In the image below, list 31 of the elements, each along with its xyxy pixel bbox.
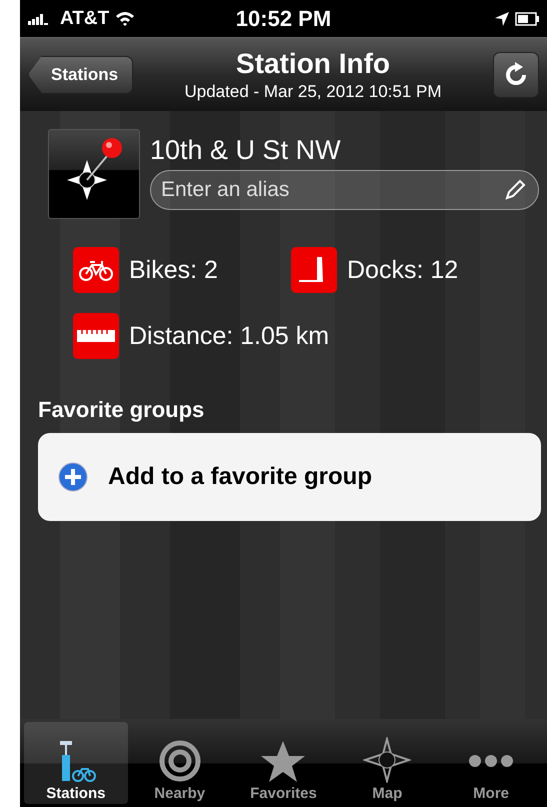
wifi-icon xyxy=(115,11,136,26)
compass-icon xyxy=(363,737,412,783)
station-name: 10th & U St NW xyxy=(150,135,342,166)
tab[interactable]: Favorites xyxy=(232,722,336,804)
ruler-icon xyxy=(73,313,119,359)
tab[interactable]: Nearby xyxy=(128,722,232,804)
stat-label: Bikes: 2 xyxy=(129,256,218,284)
updated-time: Updated - Mar 25, 2012 10:51 PM xyxy=(184,82,442,102)
refresh-button[interactable] xyxy=(493,52,539,98)
star-icon xyxy=(259,739,308,783)
battery-icon xyxy=(514,12,539,26)
tab[interactable]: Stations xyxy=(24,722,128,804)
screen-title: Station Info xyxy=(236,48,390,80)
back-button[interactable]: Stations xyxy=(28,56,134,94)
alias-field[interactable]: Enter an alias xyxy=(150,170,539,210)
pencil-icon xyxy=(503,178,527,202)
dock-icon xyxy=(291,247,337,293)
location-icon xyxy=(494,12,509,26)
plus-icon xyxy=(58,462,88,492)
stat-label: Docks: 12 xyxy=(347,256,458,284)
more-icon xyxy=(469,755,514,767)
section-heading: Favorite groups xyxy=(37,396,206,423)
tab[interactable]: More xyxy=(439,722,543,804)
bicycle-icon xyxy=(73,247,119,293)
target-icon xyxy=(158,739,202,783)
stat-label: Distance: 1.05 km xyxy=(129,322,330,350)
tab[interactable]: Map xyxy=(335,722,440,804)
refresh-icon xyxy=(503,62,529,88)
carrier-label: AT&T xyxy=(60,8,110,30)
status-time: 10:52 PM xyxy=(236,6,332,32)
add-favorite-button[interactable]: Add to a favorite group xyxy=(38,433,541,521)
